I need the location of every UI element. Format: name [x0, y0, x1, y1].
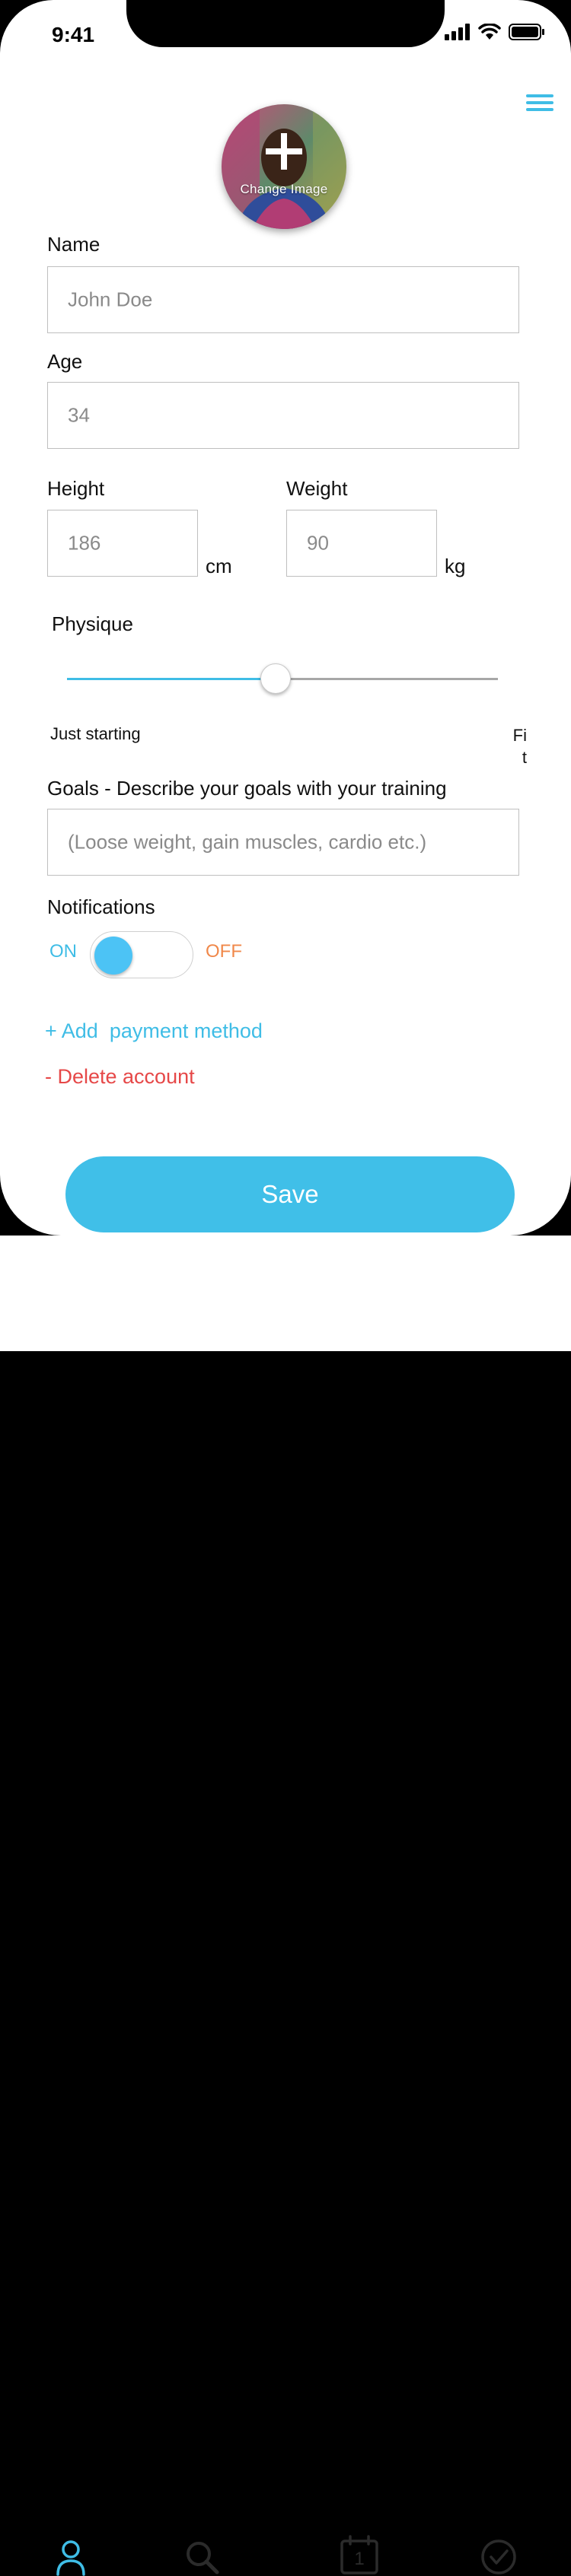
weight-value: 90 [307, 531, 329, 555]
physique-max-label: Fi t [512, 726, 527, 767]
notifications-toggle[interactable] [90, 931, 193, 978]
toggle-knob [94, 937, 132, 975]
check-circle-icon[interactable] [480, 2538, 518, 2576]
age-value: 34 [68, 403, 90, 427]
device-notch [126, 0, 445, 47]
delete-account-link[interactable]: - Delete account [45, 1065, 195, 1089]
profile-avatar[interactable]: Change Image [222, 104, 346, 229]
add-payment-method-link[interactable]: + Add payment method [45, 1019, 263, 1043]
save-button[interactable]: Save [65, 1156, 515, 1232]
notifications-off-label: OFF [206, 941, 242, 962]
weight-field[interactable]: 90 [286, 510, 437, 577]
change-image-label: Change Image [240, 182, 328, 196]
name-value: John Doe [68, 288, 153, 311]
signal-icon [445, 24, 470, 40]
height-label: Height [47, 477, 105, 500]
name-label: Name [47, 233, 100, 256]
goals-placeholder: (Loose weight, gain muscles, cardio etc.… [68, 830, 427, 854]
weight-unit: kg [445, 555, 466, 577]
calendar-icon[interactable]: 1 [340, 2535, 379, 2576]
profile-icon[interactable] [52, 2538, 90, 2576]
calendar-day: 1 [354, 2549, 365, 2569]
physique-slider-fill [67, 678, 275, 680]
name-field[interactable]: John Doe [47, 266, 519, 333]
wifi-icon [478, 24, 501, 40]
age-label: Age [47, 350, 83, 373]
status-time: 9:41 [52, 23, 95, 46]
status-icons [445, 23, 545, 41]
notifications-on-label: ON [49, 941, 77, 962]
app-screen: 9:41 Change Image Name John Doe Age 34 H… [0, 0, 571, 1236]
battery-icon [509, 24, 544, 40]
physique-min-label: Just starting [50, 724, 141, 743]
add-image-icon [222, 132, 346, 175]
weight-label: Weight [286, 477, 348, 500]
search-icon[interactable] [183, 2538, 221, 2576]
height-value: 186 [68, 531, 101, 555]
notifications-label: Notifications [47, 895, 155, 918]
goals-label: Goals - Describe your goals with your tr… [47, 777, 447, 800]
physique-slider-thumb[interactable] [260, 663, 291, 694]
tab-bar: 1 [0, 1236, 571, 2576]
height-unit: cm [206, 555, 232, 577]
hamburger-menu-icon[interactable] [526, 94, 558, 112]
height-field[interactable]: 186 [47, 510, 198, 577]
age-field[interactable]: 34 [47, 382, 519, 449]
physique-label: Physique [52, 612, 133, 635]
goals-field[interactable]: (Loose weight, gain muscles, cardio etc.… [47, 809, 519, 876]
